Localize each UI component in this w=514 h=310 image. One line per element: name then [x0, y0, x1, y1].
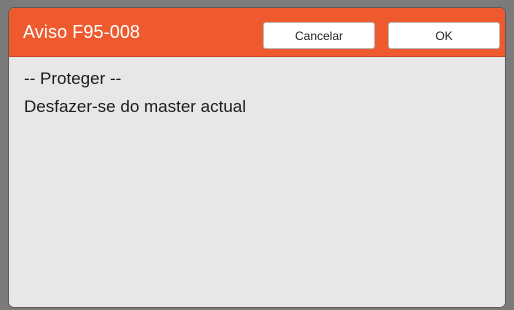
warning-dialog: Aviso F95-008 Cancelar OK -- Proteger --…: [8, 7, 506, 308]
dialog-title: Aviso F95-008: [23, 22, 141, 42]
dialog-message-area: -- Proteger -- Desfazer-se do master act…: [9, 57, 505, 307]
cancel-button[interactable]: Cancelar: [263, 22, 375, 49]
message-text: Desfazer-se do master actual: [24, 97, 247, 116]
message-heading: -- Proteger --: [24, 69, 122, 88]
screen-frame: Aviso F95-008 Cancelar OK -- Proteger --…: [0, 0, 514, 310]
ok-button[interactable]: OK: [388, 22, 500, 49]
dialog-titlebar: Aviso F95-008 Cancelar OK: [9, 8, 505, 57]
